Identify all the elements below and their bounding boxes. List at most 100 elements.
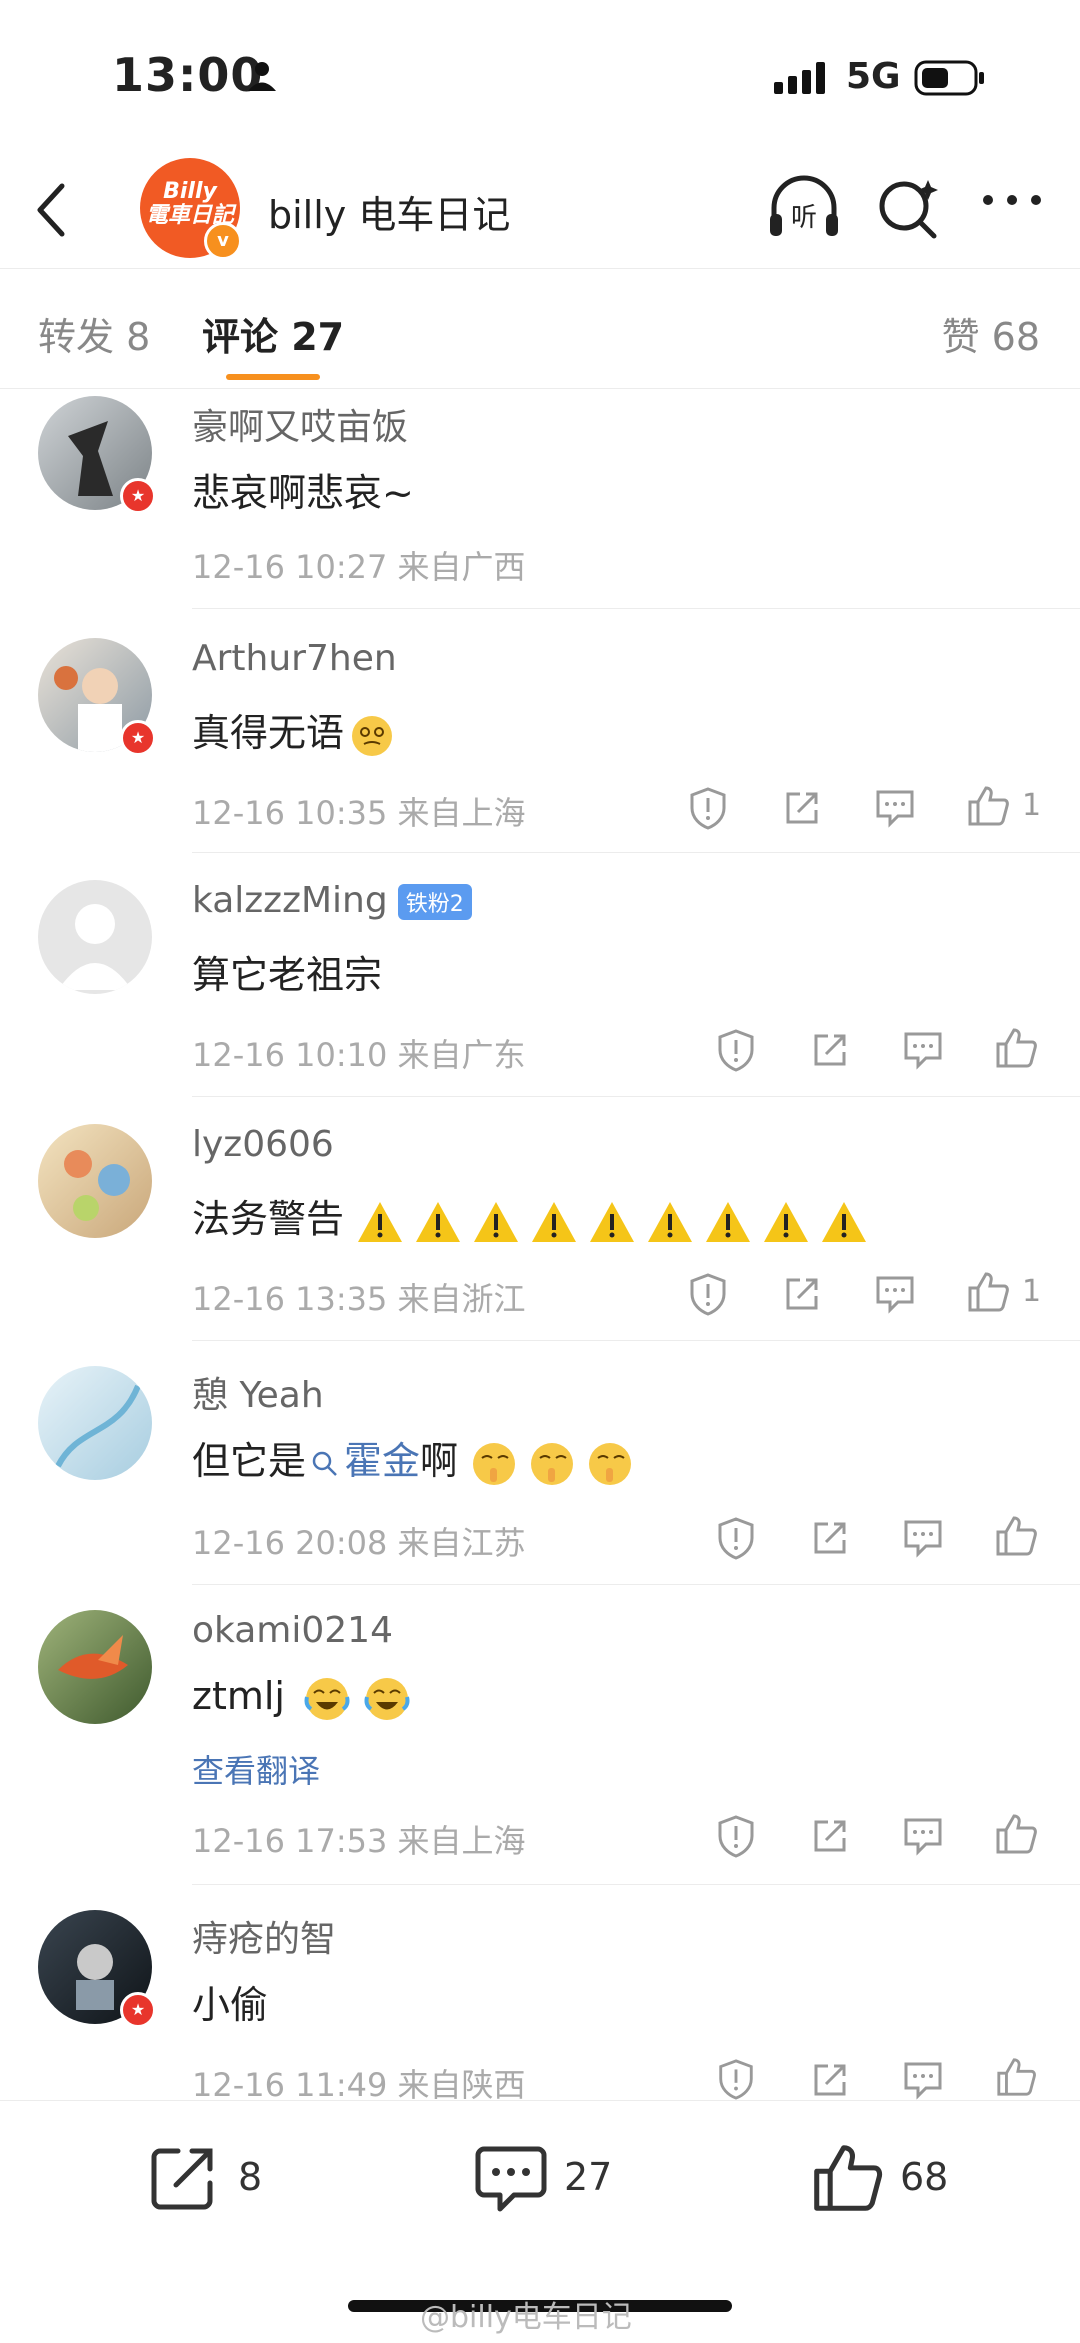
fish-photo-image — [58, 1635, 128, 1679]
comment-count: 27 — [564, 2155, 613, 2199]
warning-emoji-icons — [358, 1201, 867, 1242]
laughing-emoji-icons — [304, 1677, 410, 1720]
battery-icon — [914, 60, 984, 96]
comment-username[interactable]: lyz0606 — [192, 1124, 334, 1165]
status-bar: 13:00 5G — [0, 0, 1080, 150]
like-icon[interactable] — [994, 1514, 1038, 1558]
comment-username[interactable]: Arthur7hen — [192, 638, 397, 679]
comment-username[interactable]: 豪啊又哎亩饭 — [192, 398, 408, 450]
repost-count: 8 — [238, 2155, 263, 2199]
comment-item: lyz0606 法务警告 12-16 13:35 来自浙江 1 — [0, 1096, 1080, 1341]
comment-avatar[interactable] — [38, 1124, 152, 1238]
comment-item: ★ 痔疮的智 小偷 12-16 11:49 来自陕西 — [0, 1884, 1080, 2100]
listen-icon[interactable]: 听 — [766, 174, 842, 244]
reply-icon[interactable] — [874, 1274, 916, 1314]
vip-badge-icon: ★ — [120, 720, 156, 756]
comment-item: ★ Arthur7hen 真得无语 12-16 10:35 来自上海 1 — [0, 610, 1080, 853]
comment-list[interactable]: ★ 豪啊又哎亩饭 悲哀啊悲哀~ 12-16 10:27 来自广西 ★ Arthu… — [0, 390, 1080, 2100]
comment-meta: 12-16 13:35 来自浙江 — [192, 1280, 526, 1318]
like-count: 68 — [900, 2155, 949, 2199]
comment-meta: 12-16 10:10 来自广东 — [192, 1036, 526, 1074]
reply-icon[interactable] — [902, 1030, 944, 1070]
like-icon — [814, 2145, 883, 2211]
search-link-icon — [312, 1451, 337, 1476]
back-icon[interactable] — [32, 180, 72, 240]
topic-link[interactable]: 霍金 — [344, 1439, 420, 1483]
share-icon[interactable] — [782, 1274, 822, 1314]
reply-icon[interactable] — [902, 1816, 944, 1856]
comment-text: ztmlj — [192, 1674, 415, 1723]
repost-button[interactable]: 8 — [148, 2141, 288, 2221]
fan-badge: 铁粉2 — [397, 884, 472, 920]
report-icon[interactable] — [716, 1516, 756, 1560]
watermark: @billy电车日记 — [420, 2300, 632, 2335]
repost-icon — [151, 2148, 213, 2210]
cartoon-avatar-image — [64, 1150, 130, 1221]
comment-item: okami0214 ztmlj 查看翻译 12-16 17:53 来自上海 — [0, 1584, 1080, 1885]
share-icon[interactable] — [810, 1816, 850, 1856]
tab-comments[interactable]: 评论 27 — [202, 306, 344, 361]
tab-repost[interactable]: 转发 8 — [38, 306, 150, 361]
tab-likes[interactable]: 赞 68 — [942, 306, 1040, 361]
verified-badge-icon: v — [204, 222, 242, 260]
tab-bar: 转发 8 评论 27 赞 68 — [0, 270, 1080, 389]
account-name[interactable]: billy 电车日记 — [268, 184, 510, 239]
report-icon[interactable] — [716, 2058, 756, 2100]
comment-username[interactable]: 憩 Yeah — [192, 1366, 324, 1418]
svg-text:听: 听 — [791, 203, 817, 233]
comment-meta: 12-16 10:35 来自上海 — [192, 794, 526, 832]
search-icon[interactable] — [874, 174, 944, 244]
comment-username[interactable]: 痔疮的智 — [192, 1910, 336, 1962]
comment-username[interactable]: kalzzzMing 铁粉2 — [192, 880, 472, 921]
avatar-logo: Billy 電車日記 — [145, 179, 234, 228]
comment-text: 小偷 — [192, 1983, 269, 2027]
share-icon[interactable] — [810, 1518, 850, 1558]
comment-meta: 12-16 11:49 来自陕西 — [192, 2066, 526, 2100]
comment-meta: 12-16 10:27 来自广西 — [192, 548, 526, 586]
comment-text: 算它老祖宗 — [192, 953, 383, 997]
comment-avatar[interactable] — [38, 880, 152, 994]
comment-button[interactable]: 27 — [474, 2141, 634, 2221]
share-icon[interactable] — [810, 1030, 850, 1070]
person-icon — [248, 62, 276, 91]
comment-text: 但它是 霍金啊 — [192, 1430, 640, 1488]
like-icon[interactable] — [966, 1270, 1010, 1314]
report-icon[interactable] — [688, 1272, 728, 1316]
comment-meta: 12-16 20:08 来自江苏 — [192, 1524, 526, 1562]
comment-item: kalzzzMing 铁粉2 算它老祖宗 12-16 10:10 来自广东 — [0, 852, 1080, 1097]
like-icon[interactable] — [994, 2056, 1038, 2098]
like-icon[interactable] — [966, 784, 1010, 828]
reply-icon[interactable] — [902, 1518, 944, 1558]
comment-meta: 12-16 17:53 来自上海 — [192, 1822, 526, 1860]
comment-avatar[interactable] — [38, 1610, 152, 1724]
report-icon[interactable] — [716, 1028, 756, 1072]
report-icon[interactable] — [716, 1814, 756, 1858]
network-type: 5G — [846, 56, 901, 97]
view-translation-link[interactable]: 查看翻译 — [192, 1746, 320, 1792]
comment-icon — [475, 2146, 547, 2212]
woozy-emoji-icon — [352, 715, 393, 756]
vip-badge-icon: ★ — [120, 478, 156, 514]
comment-avatar[interactable] — [38, 1366, 152, 1480]
comment-like-count: 1 — [1022, 1274, 1042, 1309]
like-icon[interactable] — [994, 1026, 1038, 1070]
share-icon[interactable] — [810, 2060, 850, 2100]
default-avatar-icon — [58, 904, 132, 990]
share-icon[interactable] — [782, 788, 822, 828]
reply-icon[interactable] — [902, 2060, 944, 2100]
comment-text: 真得无语 — [192, 702, 394, 758]
comment-username[interactable]: okami0214 — [192, 1610, 393, 1651]
tab-active-indicator — [226, 374, 320, 380]
comment-item: 憩 Yeah 但它是 霍金啊 12-16 20:08 来自江苏 — [0, 1340, 1080, 1585]
comment-text: 法务警告 — [192, 1188, 876, 1246]
report-icon[interactable] — [688, 786, 728, 830]
comment-item: ★ 豪啊又哎亩饭 悲哀啊悲哀~ 12-16 10:27 来自广西 — [0, 390, 1080, 610]
like-icon[interactable] — [994, 1812, 1038, 1856]
like-button[interactable]: 68 — [810, 2141, 970, 2221]
comment-like-count: 1 — [1022, 788, 1042, 823]
reply-icon[interactable] — [874, 788, 916, 828]
signal-icon — [774, 62, 825, 94]
comment-text: 悲哀啊悲哀~ — [192, 471, 414, 515]
more-icon[interactable] — [980, 190, 1044, 210]
divider — [192, 608, 1080, 609]
